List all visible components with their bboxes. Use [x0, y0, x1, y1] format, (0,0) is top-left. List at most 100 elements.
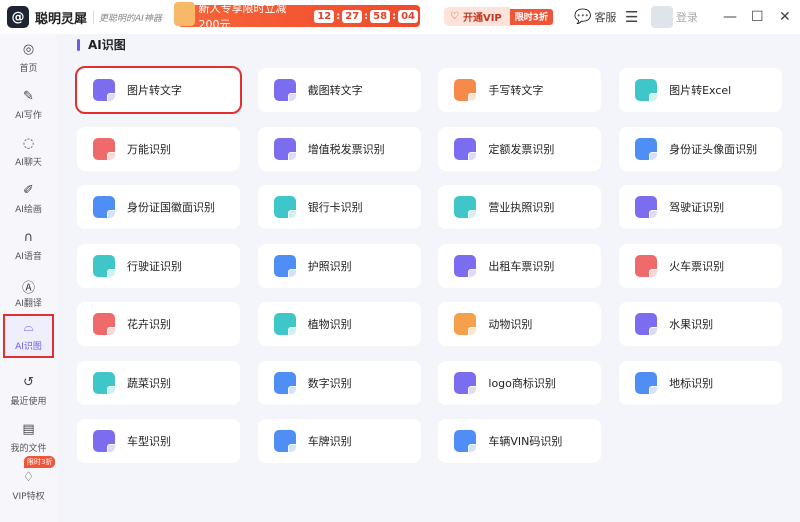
feature-card[interactable]: 车牌识别: [257, 419, 421, 463]
feature-label: logo商标识别: [488, 376, 556, 390]
sidebar-item-4[interactable]: ∩ AI语音: [0, 224, 57, 268]
feature-card[interactable]: 手写转文字: [438, 68, 602, 112]
feature-card[interactable]: 身份证国徽面识别: [77, 185, 240, 229]
feature-card[interactable]: 行驶证识别: [77, 243, 240, 288]
logo-icon: ◎: [22, 42, 35, 57]
open-vip-button[interactable]: ♡ 开通VIP 限时3折: [444, 7, 554, 26]
feature-card[interactable]: 图片转Excel: [619, 68, 783, 112]
history-icon: ↺: [23, 375, 34, 390]
feature-card[interactable]: 车辆VIN码识别: [438, 419, 602, 463]
feature-icon: [93, 196, 119, 222]
feature-icon: [454, 79, 481, 105]
close-icon[interactable]: ✕: [779, 0, 791, 34]
sidebar-item-label: 首页: [19, 64, 38, 74]
sidebar-item-label: AI翻译: [15, 299, 42, 309]
feature-label: 护照识别: [307, 259, 352, 273]
sidebar-item-label: AI绘画: [15, 205, 42, 215]
feature-card[interactable]: 银行卡识别: [257, 185, 421, 229]
sidebar-item-2[interactable]: ◌ AI聊天: [0, 130, 57, 174]
sidebar-item-6[interactable]: ⌓ AI识图: [3, 314, 54, 358]
countdown-centis: 04: [398, 9, 418, 23]
feature-card[interactable]: 驾驶证识别: [619, 185, 783, 229]
feature-card[interactable]: 护照识别: [257, 243, 421, 288]
feature-label: 图片转文字: [127, 84, 182, 97]
feature-label: 身份证头像面识别: [669, 142, 758, 156]
feature-label: 截图转文字: [307, 84, 363, 97]
feature-icon: [273, 254, 300, 281]
feature-card[interactable]: 水果识别: [619, 302, 783, 346]
section-title: AI识图: [77, 36, 126, 53]
sidebar-item-8[interactable]: ▤ 我的文件: [0, 416, 57, 460]
feature-label: 数字识别: [307, 376, 352, 390]
feature-icon: [273, 196, 300, 222]
feature-card[interactable]: 万能识别: [77, 126, 240, 171]
feature-card[interactable]: 火车票识别: [619, 243, 783, 288]
feature-icon: [454, 430, 481, 456]
menu-icon[interactable]: ☰: [625, 0, 638, 34]
feature-card[interactable]: 增值税发票识别: [257, 126, 421, 171]
feature-icon: [93, 137, 119, 164]
feature-label: 动物识别: [488, 318, 533, 331]
feature-card[interactable]: 出租车票识别: [438, 243, 602, 288]
feature-label: 车牌识别: [307, 435, 352, 448]
maximize-icon[interactable]: ☐: [751, 0, 764, 34]
feature-card[interactable]: 动物识别: [438, 302, 602, 346]
feature-icon: [635, 137, 662, 164]
feature-icon: [273, 430, 300, 456]
feature-label: 花卉识别: [127, 318, 171, 331]
feature-icon: [454, 371, 481, 398]
customer-service-button[interactable]: 💬 客服: [574, 0, 616, 34]
feature-icon: [454, 137, 481, 164]
diamond-icon: ♡: [450, 11, 459, 22]
pen-icon: ✎: [23, 89, 34, 104]
feature-card[interactable]: 图片转文字: [75, 66, 242, 114]
sidebar-item-label: VIP特权: [12, 492, 45, 502]
feature-card[interactable]: 数字识别: [257, 360, 421, 405]
sidebar-item-1[interactable]: ✎ AI写作: [0, 83, 57, 127]
vip-label: 开通VIP: [462, 13, 502, 24]
feature-icon: [635, 254, 662, 281]
sidebar-item-5[interactable]: Ⓐ AI翻译: [0, 271, 57, 315]
feature-label: 行驶证识别: [127, 259, 182, 273]
minimize-icon[interactable]: —: [723, 0, 737, 34]
feature-icon: [454, 196, 481, 222]
sidebar-item-label: AI写作: [15, 111, 42, 121]
countdown-minutes: 27: [342, 9, 363, 23]
promo-banner[interactable]: 新人专享限时立减 200元 12: 27: 58: 04: [174, 2, 420, 31]
feature-card[interactable]: 车型识别: [77, 419, 240, 463]
feature-label: 地标识别: [669, 376, 714, 390]
file-icon: ▤: [22, 422, 35, 437]
feature-card[interactable]: 植物识别: [257, 302, 421, 346]
promo-text: 新人专享限时立减 200元: [198, 2, 287, 31]
feature-label: 水果识别: [669, 318, 714, 331]
feature-label: 营业执照识别: [488, 201, 555, 214]
sidebar-item-9[interactable]: ♢ VIP特权 限时3折: [0, 456, 57, 508]
feature-card[interactable]: 身份证头像面识别: [619, 126, 783, 171]
login-button[interactable]: 登录: [651, 0, 698, 34]
feature-card[interactable]: 截图转文字: [257, 68, 421, 112]
feature-icon: [273, 313, 300, 339]
feature-card[interactable]: 花卉识别: [77, 302, 240, 346]
scan-icon: ⌓: [23, 320, 34, 335]
feature-card[interactable]: 地标识别: [619, 360, 783, 405]
feature-card[interactable]: logo商标识别: [438, 360, 602, 405]
service-label: 客服: [594, 11, 617, 24]
feature-card[interactable]: 营业执照识别: [438, 185, 602, 229]
app-logo-icon: @: [7, 6, 29, 28]
feature-card[interactable]: 蔬菜识别: [77, 360, 240, 405]
feature-label: 驾驶证识别: [669, 201, 725, 214]
sidebar-item-3[interactable]: ✐ AI绘画: [0, 177, 57, 221]
feature-label: 定额发票识别: [488, 142, 555, 156]
chat-icon: ◌: [22, 136, 35, 151]
sidebar-item-0[interactable]: ◎ 首页: [0, 36, 57, 80]
feature-label: 植物识别: [307, 318, 352, 331]
feature-icon: [93, 371, 119, 398]
feature-icon: [273, 371, 300, 398]
feature-card[interactable]: 定额发票识别: [438, 126, 602, 171]
section-title-text: AI识图: [88, 38, 126, 52]
title-bar: @ 聪明灵犀 更聪明的AI神器 新人专享限时立减 200元 12: 27: 58…: [0, 0, 800, 34]
feature-label: 身份证国徽面识别: [127, 201, 215, 214]
sidebar-item-label: 我的文件: [10, 444, 47, 454]
sidebar-item-7[interactable]: ↺ 最近使用: [0, 369, 57, 413]
sidebar-discount-badge: 限时3折: [24, 456, 56, 468]
